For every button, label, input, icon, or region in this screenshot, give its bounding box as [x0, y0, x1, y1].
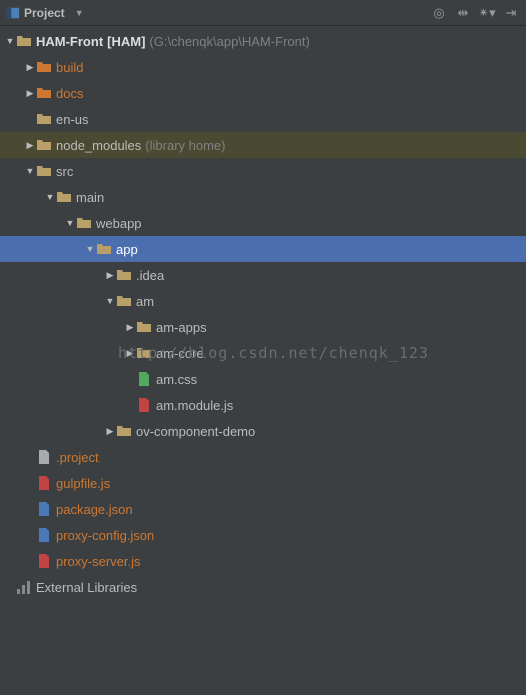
- tree-node-idea[interactable]: ▶ .idea: [0, 262, 526, 288]
- settings-gear-icon[interactable]: ✴▾: [478, 4, 496, 22]
- folder-icon: [36, 85, 52, 101]
- node-label: am-apps: [156, 320, 207, 335]
- chevron-down-icon[interactable]: ▼: [4, 36, 16, 46]
- folder-icon: [76, 215, 92, 231]
- json-file-icon: [36, 527, 52, 543]
- tree-node-am-core[interactable]: ▶ am-core: [0, 340, 526, 366]
- node-label: am.css: [156, 372, 197, 387]
- tree-node-package-json[interactable]: ▶ package.json: [0, 496, 526, 522]
- tree-node-docs[interactable]: ▶ docs: [0, 80, 526, 106]
- chevron-right-icon[interactable]: ▶: [104, 270, 116, 281]
- libraries-icon: [16, 579, 32, 595]
- tree-node-app[interactable]: ▼ app: [0, 236, 526, 262]
- project-titlebar: Project ▼ ◎ ⇹ ✴▾ ⇥: [0, 0, 526, 26]
- tree-node-main[interactable]: ▼ main: [0, 184, 526, 210]
- node-label: am-core: [156, 346, 204, 361]
- js-file-icon: [36, 475, 52, 491]
- node-label: main: [76, 190, 104, 205]
- node-label: package.json: [56, 502, 133, 517]
- chevron-down-icon[interactable]: ▼: [44, 192, 56, 202]
- tree-node-proxy-config[interactable]: ▶ proxy-config.json: [0, 522, 526, 548]
- node-label: gulpfile.js: [56, 476, 110, 491]
- node-label: webapp: [96, 216, 142, 231]
- folder-icon: [36, 111, 52, 127]
- titlebar-right: ◎ ⇹ ✴▾ ⇥: [430, 4, 520, 22]
- tree-node-src[interactable]: ▼ src: [0, 158, 526, 184]
- file-icon: [36, 449, 52, 465]
- root-path: (G:\chenqk\app\HAM-Front): [149, 34, 309, 49]
- chevron-down-icon[interactable]: ▼: [84, 244, 96, 254]
- js-file-icon: [136, 397, 152, 413]
- scroll-from-source-icon[interactable]: ◎: [430, 4, 448, 22]
- chevron-right-icon[interactable]: ▶: [124, 348, 136, 359]
- folder-icon: [16, 33, 32, 49]
- folder-icon: [56, 189, 72, 205]
- folder-icon: [136, 345, 152, 361]
- chevron-right-icon[interactable]: ▶: [24, 140, 36, 151]
- dropdown-arrow-icon[interactable]: ▼: [75, 8, 84, 18]
- node-label: proxy-server.js: [56, 554, 141, 569]
- tree-node-am-apps[interactable]: ▶ am-apps: [0, 314, 526, 340]
- hide-panel-icon[interactable]: ⇥: [502, 4, 520, 22]
- folder-icon: [116, 423, 132, 439]
- node-label: app: [116, 242, 138, 257]
- folder-icon: [116, 267, 132, 283]
- node-label: ov-component-demo: [136, 424, 255, 439]
- project-tree: ▼ HAM-Front [HAM] (G:\chenqk\app\HAM-Fro…: [0, 26, 526, 600]
- tree-node-build[interactable]: ▶ build: [0, 54, 526, 80]
- chevron-down-icon[interactable]: ▼: [24, 166, 36, 176]
- json-file-icon: [36, 501, 52, 517]
- panel-title: Project: [24, 6, 65, 20]
- folder-icon: [36, 163, 52, 179]
- tree-node-external-libraries[interactable]: ▶ External Libraries: [0, 574, 526, 600]
- node-label: .project: [56, 450, 99, 465]
- node-label: proxy-config.json: [56, 528, 154, 543]
- tree-node-node-modules[interactable]: ▶ node_modules (library home): [0, 132, 526, 158]
- tree-node-proxy-server[interactable]: ▶ proxy-server.js: [0, 548, 526, 574]
- tree-node-am[interactable]: ▼ am: [0, 288, 526, 314]
- chevron-down-icon[interactable]: ▼: [64, 218, 76, 228]
- node-label: am.module.js: [156, 398, 233, 413]
- folder-icon: [36, 137, 52, 153]
- node-annotation: (library home): [145, 138, 225, 153]
- tree-node-am-css[interactable]: ▶ am.css: [0, 366, 526, 392]
- tree-node-ov-component-demo[interactable]: ▶ ov-component-demo: [0, 418, 526, 444]
- node-label: .idea: [136, 268, 164, 283]
- js-file-icon: [36, 553, 52, 569]
- chevron-right-icon[interactable]: ▶: [104, 426, 116, 437]
- tree-node-root[interactable]: ▼ HAM-Front [HAM] (G:\chenqk\app\HAM-Fro…: [0, 28, 526, 54]
- collapse-all-icon[interactable]: ⇹: [454, 4, 472, 22]
- chevron-down-icon[interactable]: ▼: [104, 296, 116, 306]
- chevron-right-icon[interactable]: ▶: [24, 62, 36, 73]
- css-file-icon: [136, 371, 152, 387]
- root-module: [HAM]: [107, 34, 145, 49]
- folder-icon: [96, 241, 112, 257]
- folder-icon: [136, 319, 152, 335]
- tree-node-am-module-js[interactable]: ▶ am.module.js: [0, 392, 526, 418]
- node-label: node_modules: [56, 138, 141, 153]
- tree-node-en-us[interactable]: ▶ en-us: [0, 106, 526, 132]
- chevron-right-icon[interactable]: ▶: [24, 88, 36, 99]
- node-label: am: [136, 294, 154, 309]
- project-panel-icon: [6, 6, 20, 20]
- titlebar-left[interactable]: Project ▼: [6, 6, 84, 20]
- node-label: External Libraries: [36, 580, 137, 595]
- node-label: build: [56, 60, 83, 75]
- folder-icon: [36, 59, 52, 75]
- tree-node-gulpfile[interactable]: ▶ gulpfile.js: [0, 470, 526, 496]
- node-label: docs: [56, 86, 83, 101]
- folder-icon: [116, 293, 132, 309]
- tree-node-project-file[interactable]: ▶ .project: [0, 444, 526, 470]
- root-name: HAM-Front: [36, 34, 103, 49]
- tree-node-webapp[interactable]: ▼ webapp: [0, 210, 526, 236]
- node-label: en-us: [56, 112, 89, 127]
- node-label: src: [56, 164, 73, 179]
- chevron-right-icon[interactable]: ▶: [124, 322, 136, 333]
